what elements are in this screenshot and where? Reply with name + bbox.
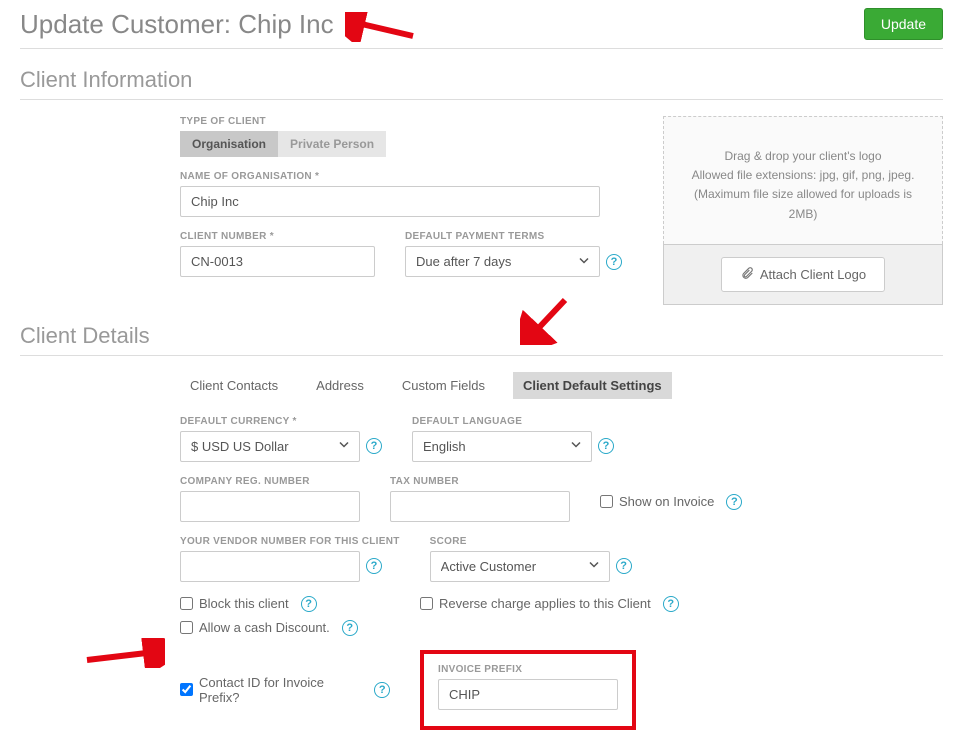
company-reg-label: COMPANY REG. NUMBER — [180, 476, 360, 487]
dropzone-line1: Drag & drop your client's logo — [678, 147, 928, 166]
client-details-section: Client Details Client Contacts Address C… — [20, 323, 943, 730]
invoice-prefix-label: INVOICE PREFIX — [438, 664, 618, 675]
help-icon[interactable]: ? — [616, 558, 632, 574]
org-name-input[interactable] — [180, 186, 600, 217]
invoice-prefix-highlight: INVOICE PREFIX — [420, 650, 636, 730]
client-type-toggle[interactable]: Organisation Private Person — [180, 131, 633, 157]
dropzone-line3: (Maximum file size allowed for uploads i… — [678, 185, 928, 223]
organisation-toggle[interactable]: Organisation — [180, 131, 278, 157]
default-currency-label: DEFAULT CURRENCY * — [180, 416, 382, 427]
paperclip-icon — [740, 266, 754, 283]
help-icon[interactable]: ? — [366, 438, 382, 454]
payment-terms-select[interactable] — [405, 246, 600, 277]
contact-id-prefix-label: Contact ID for Invoice Prefix? — [199, 675, 362, 705]
section-title: Client Details — [20, 323, 943, 356]
default-currency-select[interactable] — [180, 431, 360, 462]
tax-number-label: TAX NUMBER — [390, 476, 570, 487]
reverse-charge-checkbox[interactable] — [420, 597, 433, 610]
help-icon[interactable]: ? — [606, 254, 622, 270]
dropzone-line2: Allowed file extensions: jpg, gif, png, … — [678, 166, 928, 185]
show-on-invoice-checkbox[interactable] — [600, 495, 613, 508]
help-icon[interactable]: ? — [366, 558, 382, 574]
score-select[interactable] — [430, 551, 610, 582]
reverse-charge-label: Reverse charge applies to this Client — [439, 596, 651, 611]
cash-discount-label: Allow a cash Discount. — [199, 620, 330, 635]
payment-terms-label: DEFAULT PAYMENT TERMS — [405, 231, 622, 242]
cash-discount-checkbox[interactable] — [180, 621, 193, 634]
company-reg-input[interactable] — [180, 491, 360, 522]
client-number-input[interactable] — [180, 246, 375, 277]
default-language-label: DEFAULT LANGUAGE — [412, 416, 614, 427]
attach-logo-label: Attach Client Logo — [760, 267, 866, 282]
tab-client-contacts[interactable]: Client Contacts — [180, 372, 288, 399]
help-icon[interactable]: ? — [342, 620, 358, 636]
logo-dropzone[interactable]: Drag & drop your client's logo Allowed f… — [663, 116, 943, 244]
org-name-label: NAME OF ORGANISATION * — [180, 171, 633, 182]
tab-address[interactable]: Address — [306, 372, 374, 399]
vendor-number-input[interactable] — [180, 551, 360, 582]
attach-logo-button[interactable]: Attach Client Logo — [721, 257, 885, 292]
default-language-select[interactable] — [412, 431, 592, 462]
help-icon[interactable]: ? — [598, 438, 614, 454]
show-on-invoice-label: Show on Invoice — [619, 494, 714, 509]
block-client-checkbox[interactable] — [180, 597, 193, 610]
invoice-prefix-input[interactable] — [438, 679, 618, 710]
help-icon[interactable]: ? — [663, 596, 679, 612]
page-title: Update Customer: Chip Inc — [20, 9, 334, 40]
help-icon[interactable]: ? — [726, 494, 742, 510]
help-icon[interactable]: ? — [374, 682, 390, 698]
client-number-label: CLIENT NUMBER * — [180, 231, 375, 242]
client-information-section: Client Information TYPE OF CLIENT Organi… — [20, 67, 943, 305]
type-of-client-label: TYPE OF CLIENT — [180, 116, 633, 127]
tab-custom-fields[interactable]: Custom Fields — [392, 372, 495, 399]
help-icon[interactable]: ? — [301, 596, 317, 612]
tax-number-input[interactable] — [390, 491, 570, 522]
score-label: SCORE — [430, 536, 632, 547]
contact-id-prefix-checkbox[interactable] — [180, 683, 193, 696]
details-tabs: Client Contacts Address Custom Fields Cl… — [20, 372, 943, 400]
tab-client-default-settings[interactable]: Client Default Settings — [513, 372, 672, 399]
section-title: Client Information — [20, 67, 943, 100]
update-button[interactable]: Update — [864, 8, 943, 40]
vendor-number-label: YOUR VENDOR NUMBER FOR THIS CLIENT — [180, 536, 400, 547]
private-person-toggle[interactable]: Private Person — [278, 131, 386, 157]
block-client-label: Block this client — [199, 596, 289, 611]
